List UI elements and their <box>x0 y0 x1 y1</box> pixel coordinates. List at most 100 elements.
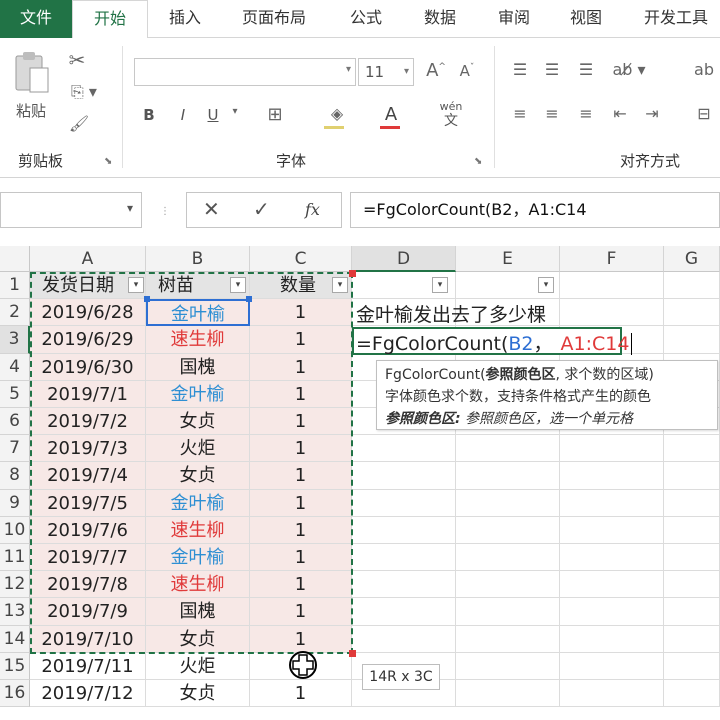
tab-review[interactable]: 审阅 <box>484 0 544 38</box>
qty-cell[interactable]: 1 <box>250 598 352 626</box>
cell[interactable] <box>456 462 560 490</box>
qty-cell[interactable]: 1 <box>250 408 352 436</box>
drag-handle-icon[interactable]: ⋮ <box>160 206 170 217</box>
wrap-text-icon[interactable]: ab <box>692 60 716 79</box>
row-header[interactable]: 1 <box>0 272 30 300</box>
tree-cell[interactable]: 国槐 <box>146 353 250 381</box>
row-header[interactable]: 6 <box>0 408 30 436</box>
decrease-indent-icon[interactable]: ⇤ <box>608 104 632 123</box>
font-name-select[interactable]: ▾ <box>134 58 356 86</box>
column-header-f[interactable]: F <box>560 246 664 272</box>
cell[interactable] <box>560 571 664 599</box>
cell[interactable] <box>352 544 456 572</box>
qty-cell[interactable]: 1 <box>250 435 352 463</box>
range-handle[interactable] <box>144 296 150 302</box>
cell[interactable] <box>560 489 664 517</box>
cell[interactable] <box>560 516 664 544</box>
tab-insert[interactable]: 插入 <box>155 0 215 38</box>
font-launcher-icon[interactable]: ⬊ <box>474 156 482 167</box>
tree-cell[interactable]: 速生柳 <box>146 516 250 544</box>
cell[interactable] <box>560 652 664 680</box>
orientation-icon[interactable]: ab̸ ▾ <box>612 60 646 79</box>
date-cell[interactable]: 2019/7/7 <box>30 544 146 572</box>
cell-d2[interactable]: 金叶榆发出去了多少棵 <box>356 300 546 327</box>
date-cell[interactable]: 2019/7/6 <box>30 516 146 544</box>
row-header[interactable]: 7 <box>0 435 30 463</box>
tree-cell[interactable]: 火炬 <box>146 435 250 463</box>
decrease-font-icon[interactable]: Aˇ <box>456 62 478 80</box>
cell[interactable] <box>456 489 560 517</box>
clipboard-launcher-icon[interactable]: ⬊ <box>104 156 112 167</box>
date-cell[interactable]: 2019/6/30 <box>30 353 146 381</box>
row-header[interactable]: 3 <box>0 326 30 354</box>
column-header-d[interactable]: D <box>352 246 456 272</box>
cell[interactable] <box>560 299 664 327</box>
tab-view[interactable]: 视图 <box>556 0 616 38</box>
column-header-g[interactable]: G <box>664 246 720 272</box>
tree-cell[interactable]: 女贞 <box>146 625 250 653</box>
cell[interactable] <box>560 625 664 653</box>
cell[interactable] <box>664 326 720 354</box>
range-handle[interactable] <box>349 270 356 277</box>
row-header[interactable]: 14 <box>0 625 30 653</box>
row-header[interactable]: 9 <box>0 489 30 517</box>
cell[interactable] <box>456 652 560 680</box>
cell[interactable] <box>664 272 720 300</box>
insert-function-icon[interactable]: fx <box>305 200 320 219</box>
qty-cell[interactable]: 1 <box>250 516 352 544</box>
increase-font-icon[interactable]: A^ <box>424 60 448 81</box>
italic-button[interactable]: I <box>174 106 192 124</box>
range-handle[interactable] <box>246 296 252 302</box>
tab-page-layout[interactable]: 页面布局 <box>228 0 320 38</box>
date-cell[interactable]: 2019/6/28 <box>30 299 146 327</box>
cell[interactable] <box>352 489 456 517</box>
cell[interactable] <box>560 462 664 490</box>
tree-cell[interactable]: 女贞 <box>146 408 250 436</box>
filter-dropdown-button[interactable]: ▾ <box>230 277 246 293</box>
cell[interactable] <box>664 571 720 599</box>
cell[interactable] <box>664 435 720 463</box>
cell[interactable] <box>664 462 720 490</box>
filter-dropdown-button[interactable]: ▾ <box>128 277 144 293</box>
qty-cell[interactable]: 1 <box>250 625 352 653</box>
formula-input[interactable]: =FgColorCount(B2，A1:C14 <box>350 192 720 228</box>
tab-home[interactable]: 开始 <box>72 0 148 39</box>
align-bottom-icon[interactable]: ☰ <box>574 60 598 79</box>
cell[interactable] <box>560 598 664 626</box>
tree-cell[interactable]: 金叶榆 <box>146 544 250 572</box>
cell[interactable] <box>664 544 720 572</box>
cell[interactable] <box>456 516 560 544</box>
cell[interactable] <box>352 462 456 490</box>
cell[interactable] <box>352 625 456 653</box>
cell[interactable] <box>456 680 560 708</box>
row-header[interactable]: 13 <box>0 598 30 626</box>
align-middle-icon[interactable]: ☰ <box>540 60 564 79</box>
row-header[interactable]: 8 <box>0 462 30 490</box>
date-cell[interactable]: 2019/7/5 <box>30 489 146 517</box>
cut-icon[interactable]: ✂ <box>64 48 90 72</box>
date-cell[interactable]: 2019/6/29 <box>30 326 146 354</box>
range-handle[interactable] <box>349 650 356 657</box>
row-header[interactable]: 4 <box>0 353 30 381</box>
cell[interactable] <box>664 625 720 653</box>
cell[interactable] <box>456 544 560 572</box>
row-header[interactable]: 10 <box>0 516 30 544</box>
date-cell[interactable]: 2019/7/4 <box>30 462 146 490</box>
chevron-down-icon[interactable]: ▾ <box>228 106 242 117</box>
tab-data[interactable]: 数据 <box>410 0 470 38</box>
format-painter-icon[interactable]: 🖌 <box>66 114 92 133</box>
cell[interactable] <box>456 435 560 463</box>
qty-cell[interactable]: 1 <box>250 680 352 708</box>
date-cell[interactable]: 2019/7/3 <box>30 435 146 463</box>
tree-cell[interactable]: 女贞 <box>146 462 250 490</box>
select-all-corner[interactable] <box>0 246 30 272</box>
tree-cell[interactable]: 速生柳 <box>146 571 250 599</box>
qty-cell[interactable]: 1 <box>250 544 352 572</box>
date-cell[interactable]: 2019/7/8 <box>30 571 146 599</box>
increase-indent-icon[interactable]: ⇥ <box>640 104 664 123</box>
cell[interactable] <box>664 299 720 327</box>
qty-cell[interactable]: 1 <box>250 299 352 327</box>
column-header-c[interactable]: C <box>250 246 352 272</box>
font-color-icon[interactable]: A <box>380 104 402 125</box>
column-header-a[interactable]: A <box>30 246 146 272</box>
